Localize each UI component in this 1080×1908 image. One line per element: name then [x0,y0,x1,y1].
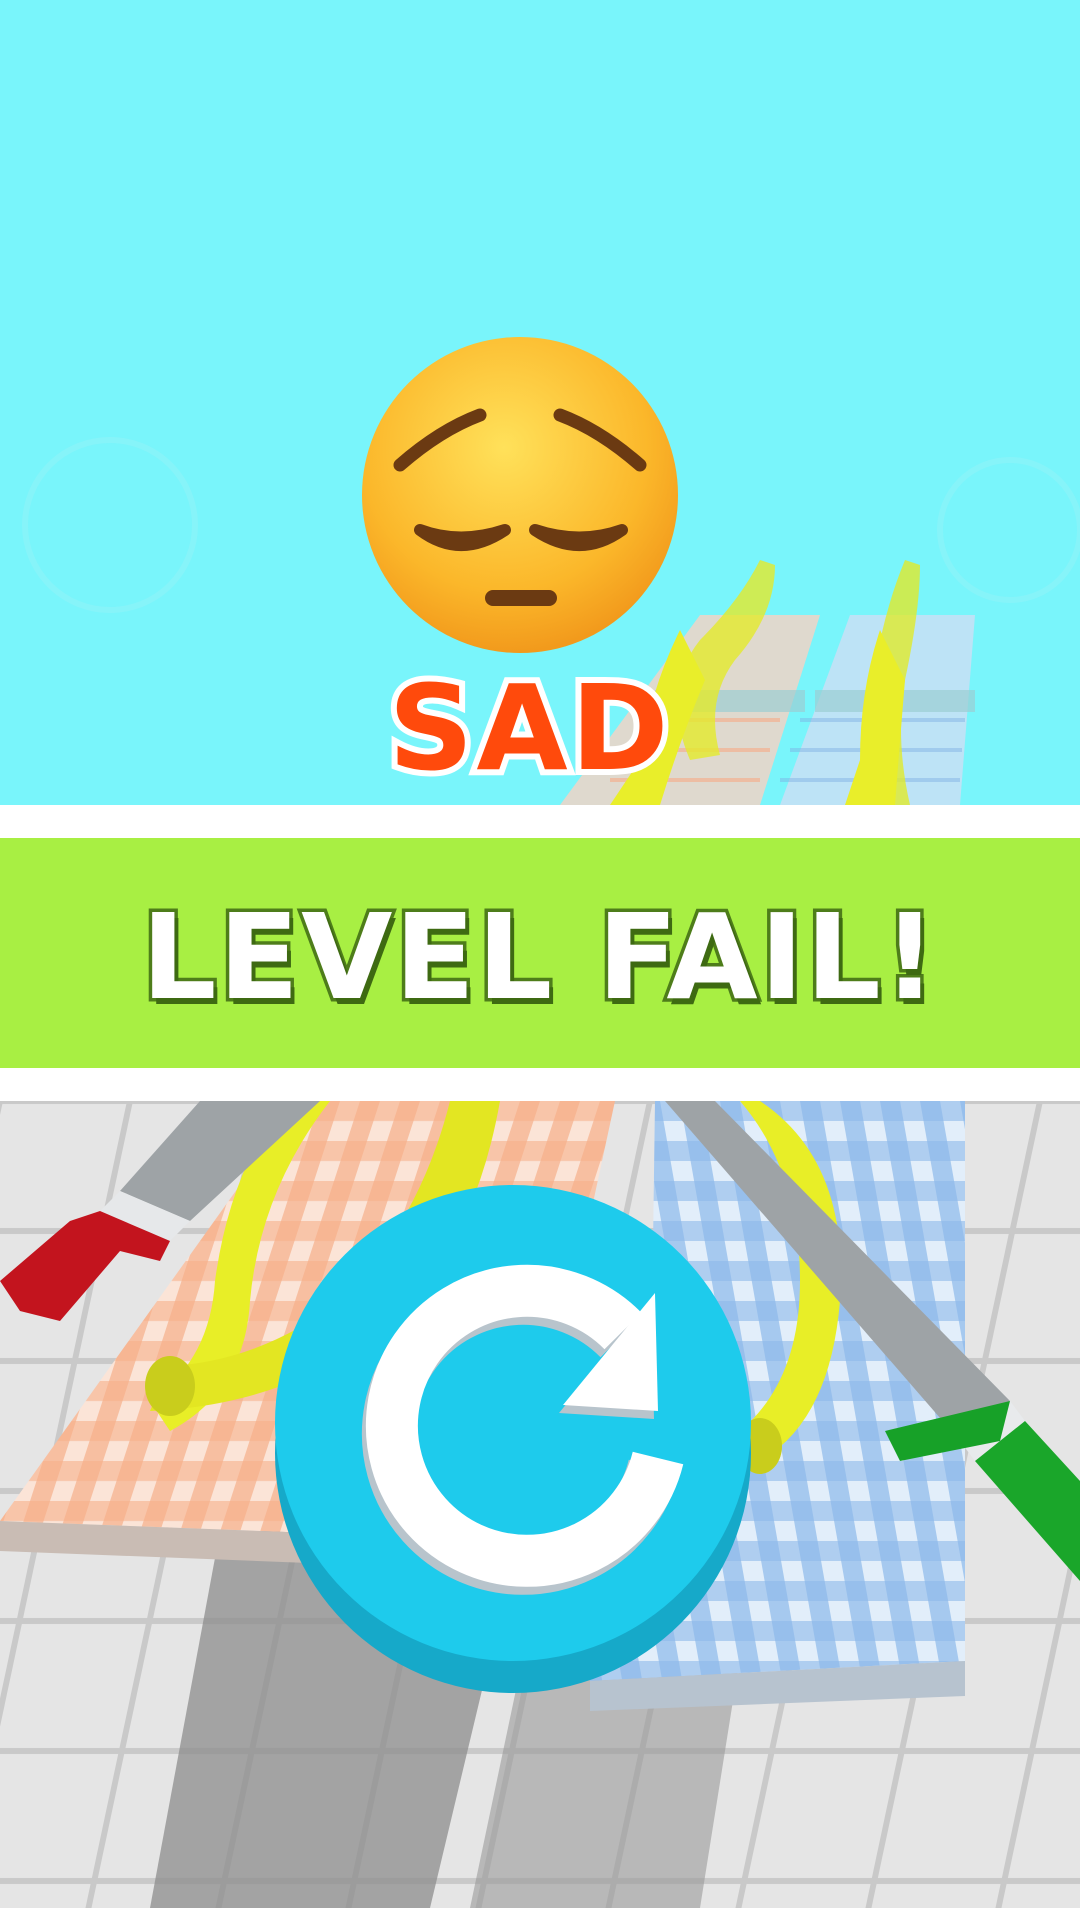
retry-button[interactable] [273,1183,753,1698]
pensive-face-icon [360,335,680,655]
level-fail-label: LEVEL FAIL! [138,885,940,1030]
banner-bottom-border [0,1068,1080,1101]
level-fail-banner: LEVEL FAIL! [0,838,1080,1068]
game-scene: SAD LEVEL FAIL! [0,0,1080,1908]
reaction-label: SAD [382,659,674,797]
banner-top-border [0,805,1080,838]
